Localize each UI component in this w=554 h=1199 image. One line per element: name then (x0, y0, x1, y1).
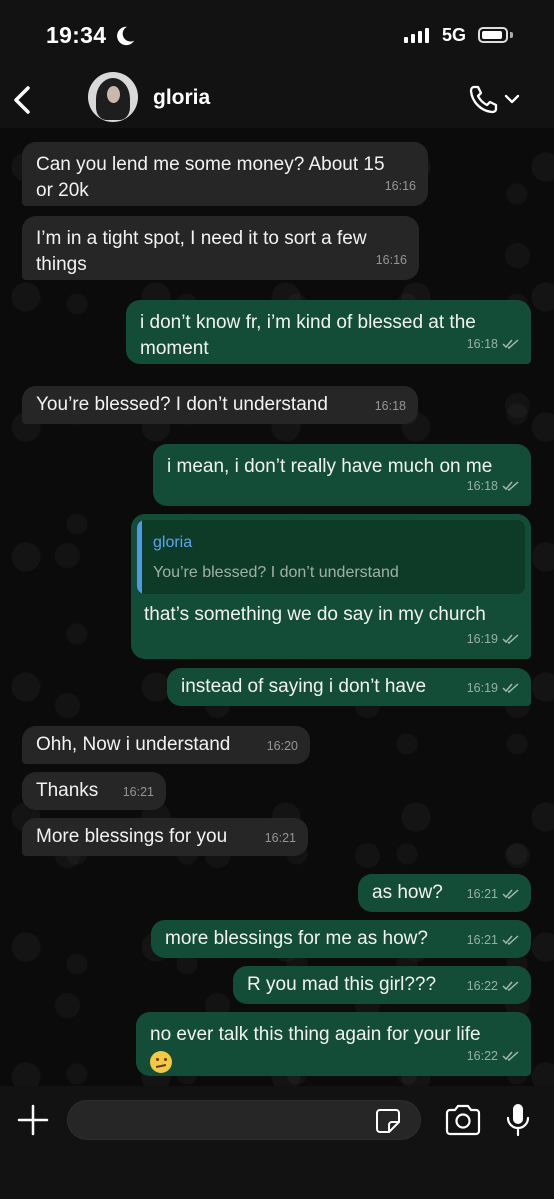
phone-call-icon[interactable] (468, 82, 524, 116)
double-check-icon (502, 889, 519, 899)
message-time: 16:21 (122, 785, 154, 799)
message-time: 16:22 (467, 973, 519, 999)
message-outgoing[interactable]: R you mad this girl??? 16:22 (233, 966, 531, 1004)
battery-icon (478, 27, 508, 43)
message-text: More blessings for you (36, 826, 228, 847)
message-incoming[interactable]: Can you lend me some money? About 15 or … (22, 142, 428, 206)
status-bar: 19:34 5G (0, 0, 554, 72)
signal-icon (404, 28, 429, 43)
message-text: i don’t know fr, i’m kind of blessed at … (140, 312, 476, 333)
input-bar (0, 1086, 554, 1199)
message-text: R you mad this girl??? (247, 974, 437, 995)
message-time: 16:19 (467, 675, 519, 701)
battery-tip (510, 32, 513, 38)
message-outgoing[interactable]: more blessings for me as how? 16:21 (151, 920, 531, 958)
message-outgoing[interactable]: i don’t know fr, i’m kind of blessed at … (126, 300, 531, 364)
sticker-icon[interactable] (375, 1108, 401, 1134)
double-check-icon (502, 634, 519, 644)
double-check-icon (502, 935, 519, 945)
quoted-message[interactable]: gloria You’re blessed? I don’t understan… (137, 520, 525, 594)
message-text: no ever talk this thing again for your l… (150, 1024, 481, 1045)
moon-icon (117, 26, 135, 46)
double-check-icon (502, 1051, 519, 1061)
message-incoming[interactable]: I’m in a tight spot, I need it to sort a… (22, 216, 419, 280)
message-time: 16:21 (264, 831, 296, 845)
plus-icon[interactable] (16, 1103, 50, 1137)
message-input[interactable] (67, 1100, 421, 1140)
message-time: 16:20 (266, 739, 298, 753)
message-text: Thanks (36, 780, 99, 801)
chat-area[interactable]: Can you lend me some money? About 15 or … (0, 128, 554, 1086)
back-icon[interactable] (8, 80, 38, 120)
message-time: 16:16 (375, 253, 407, 267)
quote-text: You’re blessed? I don’t understand (153, 564, 399, 581)
double-check-icon (502, 683, 519, 693)
camera-icon[interactable] (444, 1104, 482, 1136)
message-time: 16:21 (467, 927, 519, 953)
confused-face-icon (150, 1050, 172, 1073)
message-text: as how? (372, 882, 443, 903)
message-text: Can you lend me some money? About 15 (36, 154, 385, 175)
message-text: things (36, 254, 87, 275)
message-time: 16:18 (467, 331, 519, 357)
quote-sender: gloria (153, 534, 193, 551)
message-outgoing[interactable]: instead of saying i don’t have 16:19 (167, 668, 531, 706)
quote-accent-bar (137, 520, 142, 594)
status-time: 19:34 (46, 22, 107, 48)
contact-name[interactable]: gloria (153, 86, 210, 110)
message-text: I’m in a tight spot, I need it to sort a… (36, 228, 367, 249)
message-outgoing[interactable]: as how? 16:21 (358, 874, 531, 912)
message-text: instead of saying i don’t have (181, 676, 427, 697)
message-time: 16:22 (467, 1043, 519, 1069)
message-time: 16:18 (374, 399, 406, 413)
double-check-icon (502, 481, 519, 491)
message-time: 16:21 (467, 881, 519, 907)
message-text: Ohh, Now i understand (36, 734, 231, 755)
message-text: moment (140, 338, 209, 359)
message-outgoing[interactable]: i mean, i don’t really have much on me 1… (153, 444, 531, 506)
microphone-icon[interactable] (504, 1102, 532, 1138)
message-time: 16:19 (467, 626, 519, 652)
message-incoming[interactable]: Ohh, Now i understand 16:20 (22, 726, 310, 764)
message-text: more blessings for me as how? (165, 928, 428, 949)
message-incoming[interactable]: Thanks 16:21 (22, 772, 166, 810)
message-text: or 20k (36, 180, 89, 201)
message-outgoing[interactable]: no ever talk this thing again for your l… (136, 1012, 531, 1076)
double-check-icon (502, 339, 519, 349)
chat-header: gloria (0, 72, 554, 128)
double-check-icon (502, 981, 519, 991)
message-text: i mean, i don’t really have much on me (167, 456, 493, 477)
message-time: 16:16 (384, 179, 416, 193)
message-text: You’re blessed? I don’t understand (36, 394, 328, 415)
message-incoming[interactable]: More blessings for you 16:21 (22, 818, 308, 856)
message-outgoing-reply[interactable]: gloria You’re blessed? I don’t understan… (131, 514, 531, 659)
message-time: 16:18 (467, 473, 519, 499)
message-text: that’s something we do say in my church (144, 604, 486, 625)
network-label: 5G (442, 25, 467, 45)
avatar[interactable] (88, 72, 138, 122)
message-incoming[interactable]: You’re blessed? I don’t understand 16:18 (22, 386, 418, 424)
